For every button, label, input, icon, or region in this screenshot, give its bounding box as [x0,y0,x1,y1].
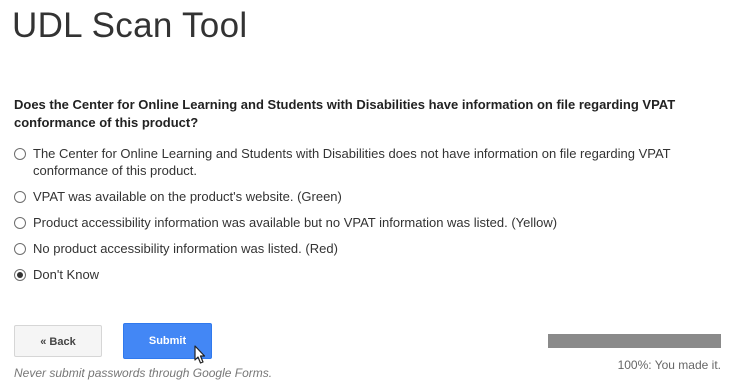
form-title: UDL Scan Tool [12,6,248,45]
radio-option-green[interactable]: VPAT was available on the product's webs… [14,188,729,205]
radio-option-red[interactable]: No product accessibility information was… [14,240,729,257]
radio-button-selected[interactable] [14,269,26,281]
password-warning: Never submit passwords through Google Fo… [14,366,273,380]
radio-button[interactable] [14,217,26,229]
radio-option-dont-know[interactable]: Don't Know [14,266,729,283]
back-button[interactable]: « Back [14,325,102,357]
option-label: Don't Know [33,267,100,282]
option-label: No product accessibility information was… [33,241,338,256]
radio-button[interactable] [14,243,26,255]
form-page: UDL Scan Tool Does the Center for Online… [0,0,739,381]
progress-text: 100%: You made it. [617,358,721,372]
option-label: VPAT was available on the product's webs… [33,189,342,204]
radio-option-no-info[interactable]: The Center for Online Learning and Stude… [14,145,729,179]
question-text: Does the Center for Online Learning and … [14,97,676,130]
progress-fill [548,334,721,348]
option-label: The Center for Online Learning and Stude… [33,146,671,178]
radio-button[interactable] [14,191,26,203]
mouse-pointer-icon [194,345,206,364]
answer-options: The Center for Online Learning and Stude… [14,145,729,283]
progress-bar [548,334,721,348]
radio-option-yellow[interactable]: Product accessibility information was av… [14,214,729,231]
option-label: Product accessibility information was av… [33,215,558,230]
radio-button[interactable] [14,148,26,160]
